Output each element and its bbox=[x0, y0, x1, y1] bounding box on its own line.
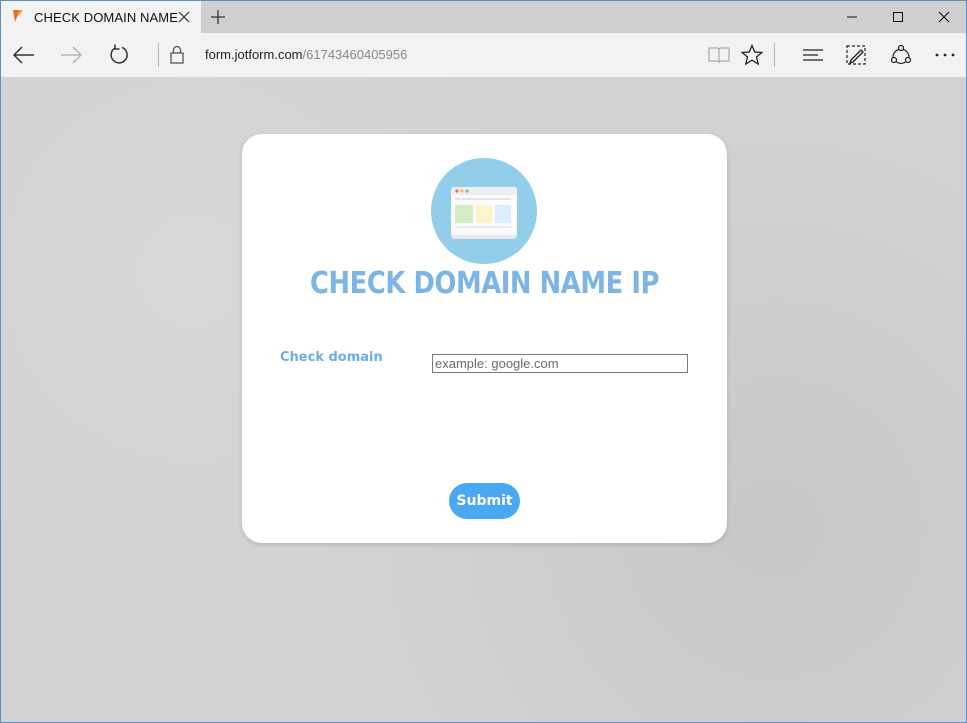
address-bar[interactable]: form.jotform.com/61743460405956 bbox=[205, 47, 407, 62]
url-host: form.jotform.com bbox=[205, 47, 303, 62]
refresh-icon bbox=[110, 44, 128, 64]
share-button[interactable] bbox=[881, 33, 921, 77]
web-note-icon bbox=[846, 45, 866, 65]
nav-separator bbox=[158, 43, 159, 67]
favorite-button[interactable] bbox=[732, 33, 772, 77]
jotform-favicon-icon bbox=[13, 10, 23, 22]
share-icon bbox=[890, 44, 912, 64]
browser-window: CHECK DOMAIN NAME form.jotform.com/61743… bbox=[0, 0, 967, 723]
check-domain-input[interactable] bbox=[432, 354, 688, 373]
browser-window-illustration-icon bbox=[431, 158, 537, 264]
more-button[interactable] bbox=[925, 33, 965, 77]
star-icon bbox=[741, 44, 763, 66]
tab-title: CHECK DOMAIN NAME bbox=[34, 10, 178, 25]
form-title: CHECK DOMAIN NAME IP bbox=[310, 266, 659, 301]
book-icon bbox=[708, 47, 730, 64]
toolbar-separator bbox=[774, 43, 775, 67]
browser-tab[interactable]: CHECK DOMAIN NAME bbox=[1, 1, 201, 33]
page-content: CHECK DOMAIN NAME IP Check domain Submit bbox=[1, 77, 966, 722]
maximize-button[interactable] bbox=[875, 1, 921, 33]
lock-icon bbox=[170, 45, 184, 64]
form-card: CHECK DOMAIN NAME IP Check domain Submit bbox=[242, 134, 727, 543]
hub-button[interactable] bbox=[793, 33, 833, 77]
web-note-button[interactable] bbox=[836, 33, 876, 77]
arrow-left-icon bbox=[12, 46, 34, 64]
close-tab-icon[interactable] bbox=[176, 9, 192, 25]
minimize-icon bbox=[847, 16, 857, 18]
navigation-bar: form.jotform.com/61743460405956 bbox=[1, 33, 966, 77]
url-path: /61743460405956 bbox=[302, 47, 408, 62]
close-icon bbox=[938, 11, 950, 23]
forward-button[interactable] bbox=[48, 33, 94, 77]
check-domain-label: Check domain bbox=[280, 350, 383, 365]
more-icon bbox=[935, 53, 955, 57]
minimize-button[interactable] bbox=[829, 1, 875, 33]
tab-strip: CHECK DOMAIN NAME bbox=[1, 1, 966, 33]
submit-button[interactable]: Submit bbox=[449, 483, 520, 519]
arrow-right-icon bbox=[61, 46, 83, 64]
maximize-icon bbox=[893, 12, 903, 22]
hub-icon bbox=[803, 49, 823, 61]
close-window-button[interactable] bbox=[921, 1, 966, 33]
back-button[interactable] bbox=[1, 33, 47, 77]
refresh-button[interactable] bbox=[96, 33, 142, 77]
new-tab-icon[interactable] bbox=[209, 8, 227, 26]
